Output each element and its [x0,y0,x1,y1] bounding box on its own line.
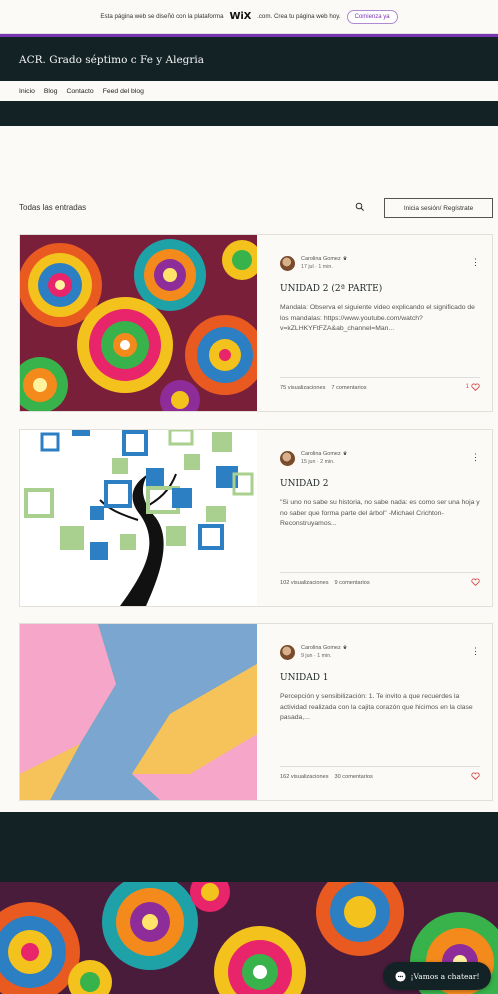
post-body: Carolina Gomez ♛ 15 jun · 2 min. ⋮ UNIDA… [280,430,480,606]
post-date: 17 jul [301,264,314,270]
author-name[interactable]: Carolina Gomez [301,256,341,262]
main-nav: Inicio Blog Contacto Feed del blog [0,81,498,101]
all-posts-label[interactable]: Todas las entradas [19,203,86,212]
divider [280,572,480,573]
post-title[interactable]: UNIDAD 1 [280,673,480,683]
more-options-icon[interactable]: ⋮ [471,647,480,656]
post-author[interactable]: Carolina Gomez ♛ [301,645,347,651]
post-excerpt[interactable]: Percepción y sensibilización: 1. Te invi… [280,692,480,724]
chat-button[interactable]: ¡Vamos a chatear! [383,962,491,990]
wix-banner-suffix: .com. Crea tu página web hoy. [257,13,341,20]
post-comments[interactable]: 9 comentarios [335,580,370,586]
blog-toolbar: Todas las entradas Inicia sesión/ Regíst… [19,198,493,218]
post-read-time: 1 min. [318,264,333,270]
nav-item-blog[interactable]: Blog [44,88,58,95]
post-date: 15 jun [301,459,316,465]
post-meta: 17 jul · 1 min. [301,264,333,270]
post-comments[interactable]: 7 comentarios [331,385,366,391]
post-card[interactable]: Carolina Gomez ♛ 9 jun · 1 min. ⋮ UNIDAD… [19,623,493,801]
divider [280,377,480,378]
site-header: ACR. Grado séptimo c Fe y Alegria [0,34,498,81]
crown-icon: ♛ [342,451,348,457]
post-date: 9 jun [301,653,313,659]
post-excerpt[interactable]: Mandala: Observa el siguiente video expl… [280,303,480,335]
post-stats: 75 visualizaciones 7 comentarios [280,385,367,391]
post-stats: 162 visualizaciones 30 comentarios [280,774,373,780]
footer-strip [0,812,498,882]
post-thumbnail-mandala[interactable] [20,235,257,411]
author-name[interactable]: Carolina Gomez [301,645,341,651]
login-button[interactable]: Inicia sesión/ Regístrate [384,198,493,218]
post-author[interactable]: Carolina Gomez ♛ [301,256,347,262]
post-views: 162 visualizaciones [280,774,329,780]
more-options-icon[interactable]: ⋮ [471,453,480,462]
post-body: Carolina Gomez ♛ 9 jun · 1 min. ⋮ UNIDAD… [280,624,480,800]
post-meta: 15 jun · 2 min. [301,459,335,465]
header-strip [0,101,498,126]
divider [280,766,480,767]
post-views: 102 visualizaciones [280,580,329,586]
post-card[interactable]: Carolina Gomez ♛ 17 jul · 1 min. ⋮ UNIDA… [19,234,493,412]
site-title[interactable]: ACR. Grado séptimo c Fe y Alegria [19,54,204,66]
post-author[interactable]: Carolina Gomez ♛ [301,451,347,457]
heart-icon[interactable] [471,383,480,391]
avatar[interactable] [280,451,295,466]
nav-item-contacto[interactable]: Contacto [66,88,93,95]
like-count: 1 [465,384,469,390]
post-comments[interactable]: 30 comentarios [335,774,373,780]
nav-item-inicio[interactable]: Inicio [19,88,35,95]
post-excerpt[interactable]: "Si uno no sabe su historia, no sabe nad… [280,498,480,530]
like-button[interactable] [469,578,480,586]
post-card[interactable]: Carolina Gomez ♛ 15 jun · 2 min. ⋮ UNIDA… [19,429,493,607]
post-body: Carolina Gomez ♛ 17 jul · 1 min. ⋮ UNIDA… [280,235,480,411]
wix-logo: WiX [229,11,252,22]
avatar[interactable] [280,256,295,271]
wix-start-button[interactable]: Comienza ya [346,9,398,24]
chat-label[interactable]: ¡Vamos a chatear! [411,972,480,981]
search-icon[interactable] [355,202,365,212]
post-meta: 9 jun · 1 min. [301,653,332,659]
author-name[interactable]: Carolina Gomez [301,451,341,457]
post-read-time: 2 min. [320,459,335,465]
like-button[interactable] [469,772,480,780]
crown-icon: ♛ [342,256,348,262]
post-thumbnail-paper[interactable] [20,624,257,800]
post-title[interactable]: UNIDAD 2 (2ª PARTE) [280,284,480,294]
post-views: 75 visualizaciones [280,385,326,391]
nav-item-feed[interactable]: Feed del blog [103,88,144,95]
wix-promo-banner: Esta página web se diseñó con la platafo… [0,0,498,34]
post-read-time: 1 min. [317,653,332,659]
chat-bubble-icon [394,970,406,982]
post-thumbnail-tree[interactable] [20,430,257,606]
heart-icon[interactable] [471,578,480,586]
crown-icon: ♛ [342,645,348,651]
avatar[interactable] [280,645,295,660]
post-title[interactable]: UNIDAD 2 [280,479,480,489]
wix-banner-text: Esta página web se diseñó con la platafo… [100,13,224,20]
post-stats: 102 visualizaciones 9 comentarios [280,580,370,586]
like-button[interactable]: 1 [466,383,480,391]
more-options-icon[interactable]: ⋮ [471,258,480,267]
heart-icon[interactable] [471,772,480,780]
